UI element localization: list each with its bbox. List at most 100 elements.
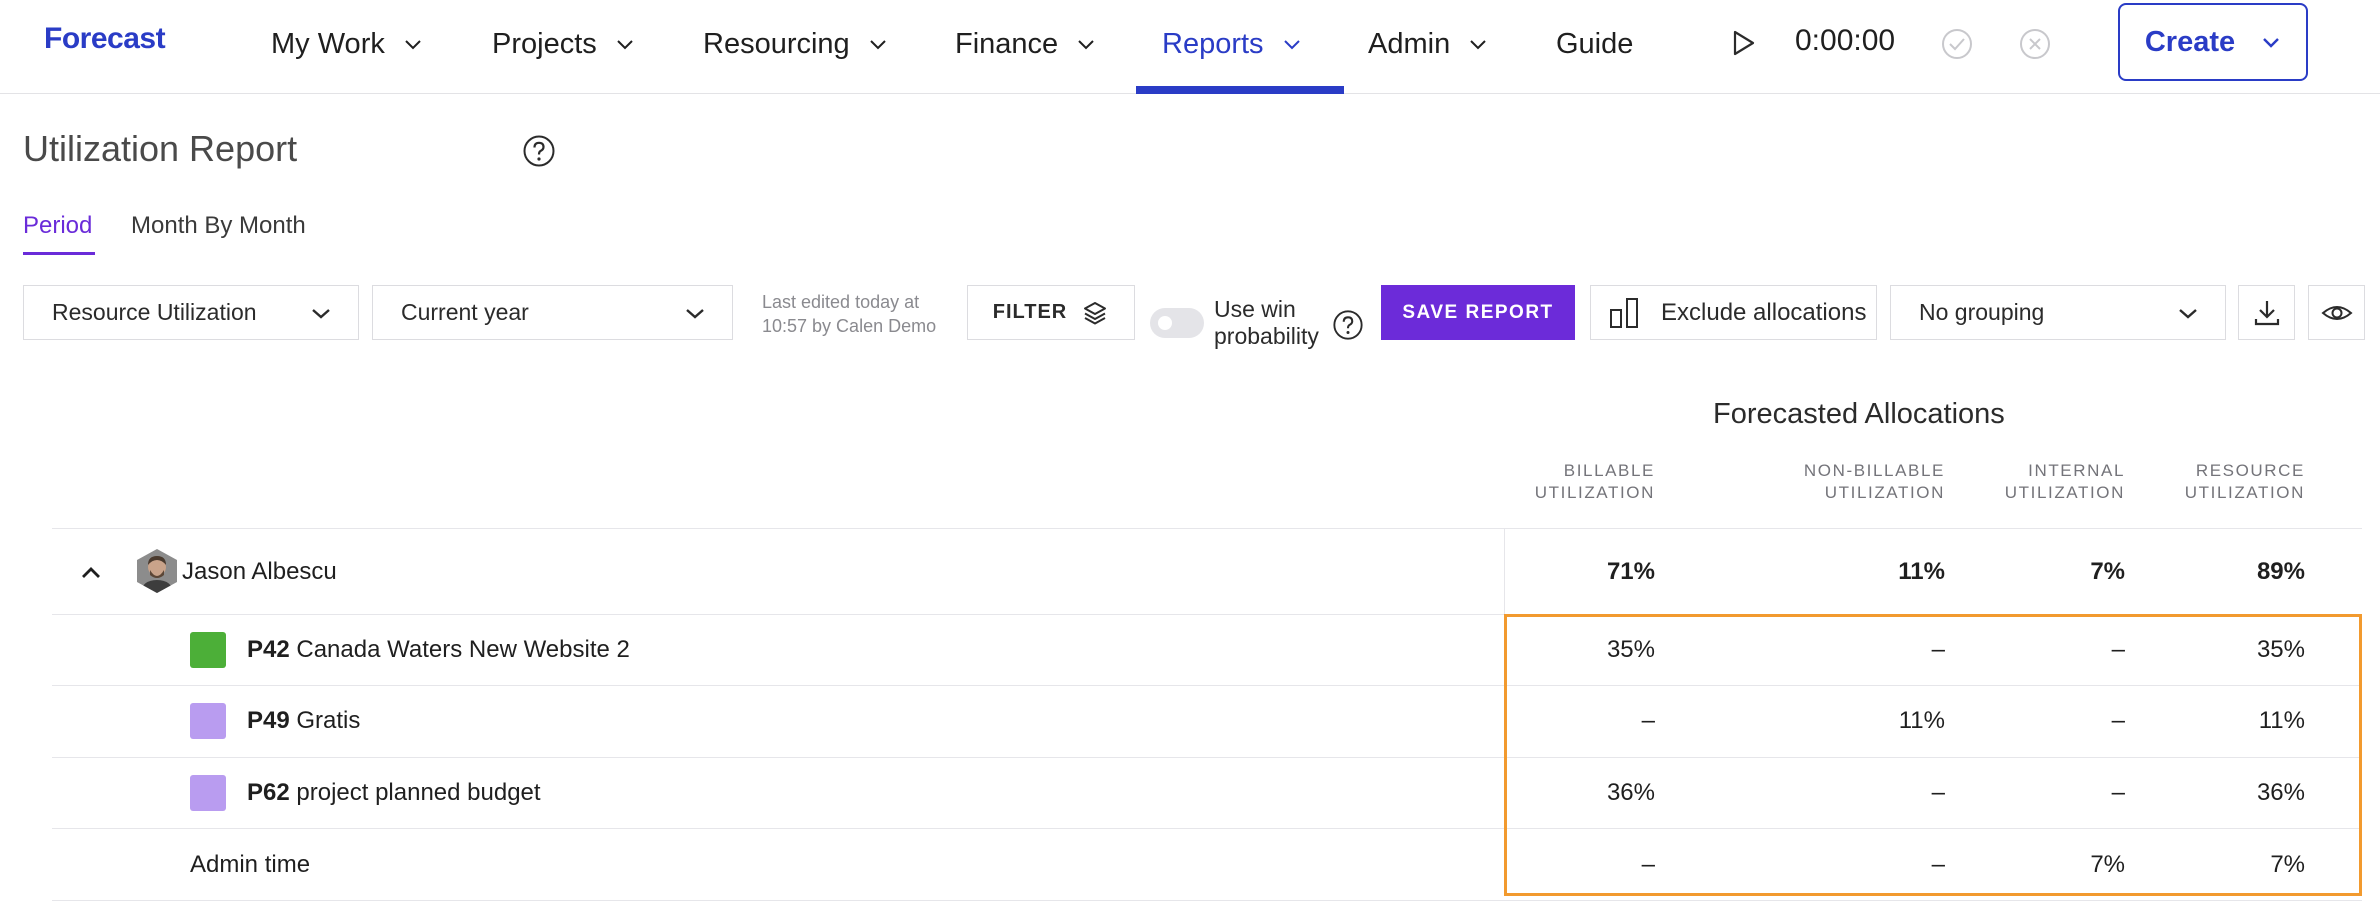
chevron-down-icon bbox=[617, 40, 633, 50]
column-header-internal[interactable]: INTERNAL UTILIZATION bbox=[1945, 460, 2125, 504]
save-report-button[interactable]: SAVE REPORT bbox=[1381, 285, 1575, 340]
collapse-chevron-icon[interactable] bbox=[78, 560, 104, 586]
person-billable-utilization: 71% bbox=[1606, 558, 1655, 585]
nav-guide[interactable]: Guide bbox=[1556, 24, 1633, 64]
project-color-swatch bbox=[190, 775, 226, 811]
grouping-select[interactable]: No grouping bbox=[1890, 285, 2226, 340]
person-resource-utilization: 89% bbox=[2256, 558, 2305, 585]
column-header-non-billable-line2: UTILIZATION bbox=[1824, 483, 1945, 502]
nav-my-work-label: My Work bbox=[271, 27, 385, 60]
forecasted-allocations-header: Forecasted Allocations bbox=[1713, 398, 2005, 430]
nav-projects[interactable]: Projects bbox=[492, 24, 635, 64]
chevron-down-icon bbox=[869, 40, 886, 50]
column-header-billable[interactable]: BILLABLE UTILIZATION bbox=[1475, 460, 1655, 504]
forecast-logo[interactable]: Forecast bbox=[44, 22, 166, 56]
row-divider bbox=[52, 528, 2362, 529]
exclude-allocations-label: Exclude allocations bbox=[1661, 298, 1867, 326]
billable-utilization-cell: – bbox=[1641, 851, 1655, 878]
non-billable-utilization-cell: 11% bbox=[1898, 707, 1945, 734]
person-internal-utilization: 7% bbox=[2090, 558, 2125, 585]
chevron-down-icon bbox=[2179, 308, 2197, 319]
person-non-billable-utilization: 11% bbox=[1898, 558, 1945, 585]
nav-reports[interactable]: Reports bbox=[1162, 24, 1302, 64]
project-name: Canada Waters New Website 2 bbox=[296, 636, 630, 663]
nav-guide-label: Guide bbox=[1556, 27, 1634, 60]
nav-my-work[interactable]: My Work bbox=[271, 24, 423, 64]
last-edited-line2: 10:57 by Calen Demo bbox=[762, 316, 937, 336]
billable-utilization-cell: 35% bbox=[1606, 636, 1655, 663]
nav-finance[interactable]: Finance bbox=[955, 24, 1096, 64]
timer-display: 0:00:00 bbox=[1795, 24, 1896, 57]
period-select[interactable]: Current year bbox=[372, 285, 733, 340]
report-type-select[interactable]: Resource Utilization bbox=[23, 285, 359, 340]
resource-utilization-cell: 11% bbox=[2258, 707, 2305, 734]
win-probability-toggle[interactable] bbox=[1150, 308, 1204, 338]
cancel-circle-icon[interactable] bbox=[2018, 27, 2052, 61]
visibility-button[interactable] bbox=[2308, 285, 2365, 340]
grouping-value: No grouping bbox=[1919, 299, 2045, 325]
chevron-down-icon bbox=[1283, 40, 1300, 50]
nav-finance-label: Finance bbox=[955, 27, 1059, 60]
column-header-resource[interactable]: RESOURCE UTILIZATION bbox=[2125, 460, 2305, 504]
internal-utilization-cell: – bbox=[2111, 636, 2125, 663]
internal-utilization-cell: – bbox=[2111, 707, 2125, 734]
row-divider bbox=[52, 614, 2362, 615]
chevron-down-icon bbox=[686, 308, 704, 319]
column-header-internal-line2: UTILIZATION bbox=[2004, 483, 2125, 502]
nav-reports-label: Reports bbox=[1162, 27, 1264, 60]
download-icon bbox=[2254, 300, 2279, 325]
toggle-knob bbox=[1158, 316, 1172, 330]
column-divider bbox=[1504, 529, 1505, 614]
resource-utilization-cell: 35% bbox=[2256, 636, 2305, 663]
create-button-label: Create bbox=[2144, 25, 2236, 58]
non-billable-utilization-cell: – bbox=[1931, 636, 1945, 663]
download-button[interactable] bbox=[2238, 285, 2295, 340]
help-icon[interactable] bbox=[522, 134, 556, 168]
column-header-non-billable[interactable]: NON-BILLABLE UTILIZATION bbox=[1745, 460, 1945, 504]
nav-projects-label: Projects bbox=[492, 27, 597, 60]
non-billable-utilization-cell: – bbox=[1931, 851, 1945, 878]
row-divider bbox=[52, 828, 2362, 829]
column-header-billable-line2: UTILIZATION bbox=[1534, 483, 1655, 502]
project-id: P49 bbox=[247, 707, 290, 734]
project-color-swatch bbox=[190, 632, 226, 668]
billable-utilization-cell: – bbox=[1641, 707, 1655, 734]
win-probability-line1: Use win bbox=[1214, 296, 1296, 322]
row-divider bbox=[52, 900, 2362, 901]
filter-button-label: FILTER bbox=[992, 301, 1068, 323]
period-value: Current year bbox=[401, 299, 529, 325]
help-icon[interactable] bbox=[1332, 309, 1364, 341]
nav-admin[interactable]: Admin bbox=[1368, 24, 1488, 64]
table-row-project-label[interactable]: P42 Canada Waters New Website 2 bbox=[247, 636, 630, 664]
page-title: Utilization Report bbox=[23, 128, 298, 169]
column-header-internal-line1: INTERNAL bbox=[2028, 461, 2125, 480]
nav-resourcing[interactable]: Resourcing bbox=[703, 24, 888, 64]
nav-active-indicator bbox=[1136, 86, 1344, 94]
resource-utilization-cell: 7% bbox=[2270, 851, 2305, 878]
project-color-swatch bbox=[190, 703, 226, 739]
billable-utilization-cell: 36% bbox=[1606, 779, 1655, 806]
column-header-resource-line2: UTILIZATION bbox=[2184, 483, 2305, 502]
non-billable-utilization-cell: – bbox=[1931, 779, 1945, 806]
last-edited-line1: Last edited today at bbox=[762, 292, 920, 312]
table-row-project-label[interactable]: P62 project planned budget bbox=[247, 779, 541, 807]
admin-time-label[interactable]: Admin time bbox=[190, 851, 310, 879]
column-header-resource-line1: RESOURCE bbox=[2195, 461, 2305, 480]
exclude-allocations-button[interactable]: Exclude allocations bbox=[1590, 285, 1877, 340]
row-divider bbox=[52, 685, 2362, 686]
tab-period[interactable]: Period bbox=[23, 212, 92, 240]
win-probability-label: Use win probability bbox=[1214, 296, 1319, 350]
filter-button[interactable]: FILTER bbox=[967, 285, 1135, 340]
nav-resourcing-label: Resourcing bbox=[703, 27, 850, 60]
create-button[interactable]: Create bbox=[2118, 3, 2308, 81]
person-name[interactable]: Jason Albescu bbox=[182, 558, 337, 586]
internal-utilization-cell: – bbox=[2111, 779, 2125, 806]
check-circle-icon[interactable] bbox=[1940, 27, 1974, 61]
table-row-project-label[interactable]: P49 Gratis bbox=[247, 707, 360, 735]
eye-icon bbox=[2320, 305, 2353, 320]
project-name: Gratis bbox=[296, 707, 361, 734]
tab-month-by-month[interactable]: Month By Month bbox=[131, 212, 306, 240]
play-icon[interactable] bbox=[1728, 28, 1758, 58]
bar-chart-icon bbox=[1610, 297, 1638, 328]
column-header-non-billable-line1: NON-BILLABLE bbox=[1803, 461, 1945, 480]
